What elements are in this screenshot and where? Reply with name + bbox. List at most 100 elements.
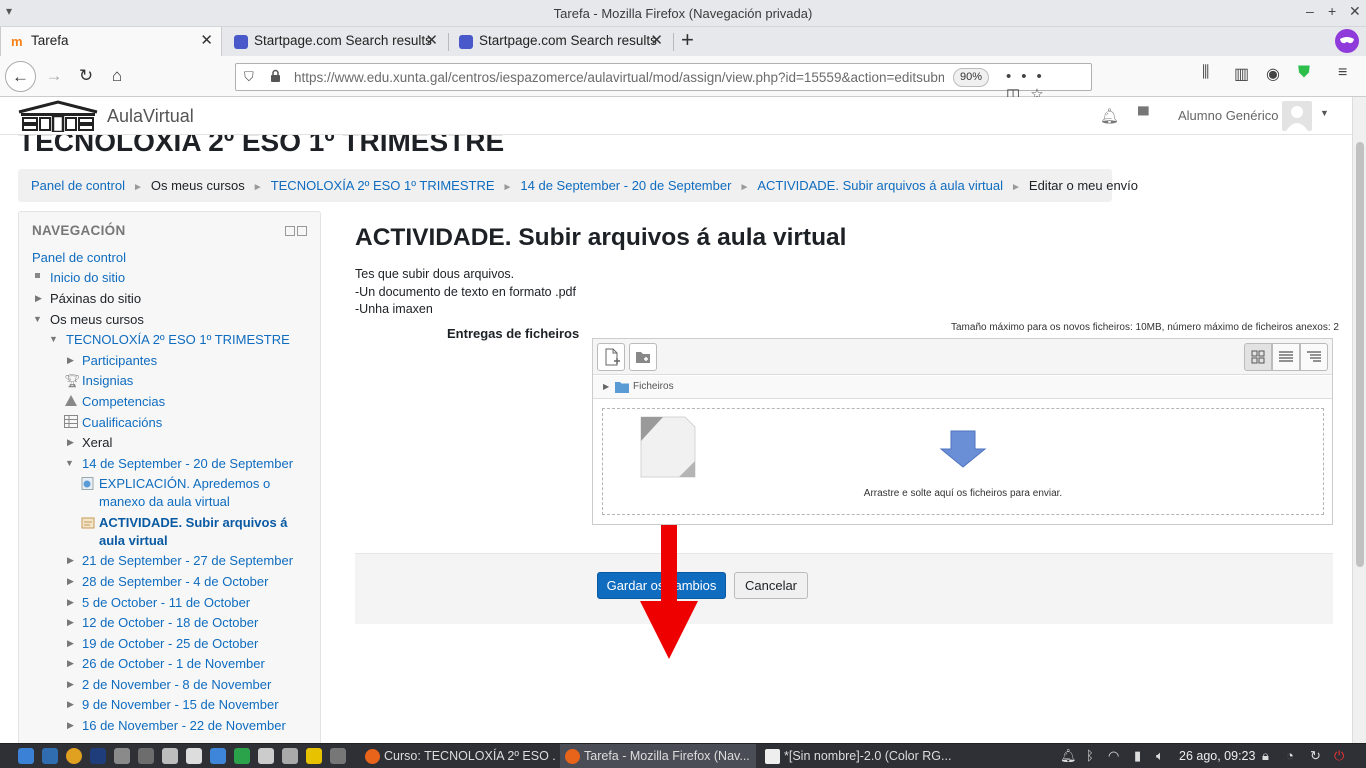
nav-item-actividade[interactable]: ACTIVIDADE. Subir arquivos á xyxy=(99,515,288,530)
wifi-icon[interactable]: ◠ xyxy=(1108,748,1119,764)
folder-label[interactable]: Ficheiros xyxy=(633,381,674,392)
nav-item-week[interactable]: 12 de October - 18 de October xyxy=(82,615,258,630)
scrollbar-thumb[interactable] xyxy=(1356,142,1364,567)
expand-icon[interactable]: ▶ xyxy=(35,293,42,304)
icon-view-button[interactable] xyxy=(1244,343,1272,371)
nav-item-my-courses[interactable]: Os meus cursos xyxy=(50,312,144,327)
lock-screen-icon[interactable]: 🔒︎ xyxy=(1262,748,1269,764)
nav-item-site-pages[interactable]: Páxinas do sitio xyxy=(50,291,141,306)
home-button[interactable]: ⌂ xyxy=(103,62,131,90)
clock[interactable]: 26 ago, 09:23 xyxy=(1179,749,1255,763)
breadcrumb-item[interactable]: ACTIVIDADE. Subir arquivos á aula virtua… xyxy=(757,178,1003,193)
cancel-button[interactable]: Cancelar xyxy=(734,572,808,599)
close-window-icon[interactable]: ✕ xyxy=(1349,3,1361,20)
breadcrumb-item[interactable]: TECNOLOXÍA 2º ESO 1º TRIMESTRE xyxy=(271,178,495,193)
minimize-icon[interactable]: – xyxy=(1306,3,1314,19)
user-menu-caret-icon[interactable]: ▼ xyxy=(1320,108,1329,118)
expand-icon[interactable]: ▶ xyxy=(67,658,74,669)
app-launcher-icon[interactable] xyxy=(90,748,106,764)
browser-launcher-icon[interactable] xyxy=(42,748,58,764)
library-icon[interactable]: ⫼ xyxy=(1202,64,1209,82)
back-button[interactable]: ← xyxy=(5,61,36,92)
calculator-launcher-icon[interactable] xyxy=(162,748,178,764)
notifications-bell-icon[interactable]: 🔔︎ xyxy=(1100,107,1119,125)
file-drop-zone[interactable]: Arrastre e solte aquí os ficheiros para … xyxy=(602,408,1324,515)
nav-item-grades[interactable]: Cualificacións xyxy=(82,415,162,430)
dock-block-icon[interactable] xyxy=(285,226,295,236)
nav-item-week[interactable]: 16 de November - 22 de November xyxy=(82,718,286,733)
forward-button[interactable]: → xyxy=(40,62,68,90)
volume-mute-icon[interactable]: 🔈︎ xyxy=(1156,748,1164,764)
list-view-button[interactable] xyxy=(1272,343,1300,371)
nav-item-dashboard[interactable]: Panel de control xyxy=(32,250,126,265)
nav-item-actividade-line2[interactable]: aula virtual xyxy=(99,533,168,548)
start-menu-icon[interactable] xyxy=(18,748,34,764)
calc-launcher-icon[interactable] xyxy=(234,748,250,764)
messages-icon[interactable]: ▀ xyxy=(1138,107,1149,124)
notes-launcher-icon[interactable] xyxy=(258,748,274,764)
notification-bell-icon[interactable]: 🔔︎ xyxy=(1060,748,1077,764)
nav-item-week[interactable]: 19 de October - 25 de October xyxy=(82,636,258,651)
tab-tarefa[interactable]: m Tarefa ✕ xyxy=(0,27,222,56)
close-tab-icon[interactable]: ✕ xyxy=(200,27,213,55)
tree-view-button[interactable] xyxy=(1300,343,1328,371)
page-scrollbar[interactable] xyxy=(1352,97,1366,743)
mail-launcher-icon[interactable] xyxy=(282,748,298,764)
nav-item-badges[interactable]: Insignias xyxy=(82,373,133,388)
account-icon[interactable]: ◉ xyxy=(1266,64,1280,84)
expand-icon[interactable]: ▶ xyxy=(67,638,74,649)
collapse-icon[interactable]: ▼ xyxy=(33,314,42,324)
collapse-icon[interactable]: ▼ xyxy=(49,334,58,344)
tab-startpage-2[interactable]: Startpage.com Search results ✕ xyxy=(449,27,671,56)
sidebar-icon[interactable]: ▥ xyxy=(1234,64,1249,84)
nav-item-week[interactable]: 26 de October - 1 de November xyxy=(82,656,265,671)
expand-icon[interactable]: ▶ xyxy=(67,699,74,710)
expand-icon[interactable]: ▶ xyxy=(67,576,74,587)
avatar[interactable] xyxy=(1282,101,1312,131)
files-launcher-icon[interactable] xyxy=(114,748,130,764)
site-logo[interactable] xyxy=(17,100,99,132)
editor-launcher-icon[interactable] xyxy=(186,748,202,764)
close-tab-icon[interactable]: ✕ xyxy=(650,27,663,55)
chrome-launcher-icon[interactable] xyxy=(66,748,82,764)
create-folder-button[interactable] xyxy=(629,343,657,371)
tracking-shield-icon[interactable]: ⛉ xyxy=(244,69,254,85)
terminal-launcher-icon[interactable] xyxy=(138,748,154,764)
taskbar-task[interactable]: *[Sin nombre]-2.0 (Color RG... xyxy=(760,744,956,768)
expand-icon[interactable]: ▶ xyxy=(67,355,74,366)
power-icon[interactable]: ⏻ xyxy=(1334,748,1344,764)
tab-startpage-1[interactable]: Startpage.com Search results ✕ xyxy=(224,27,446,56)
logout-icon[interactable]: ◔ xyxy=(1286,748,1294,763)
add-file-button[interactable] xyxy=(597,343,625,371)
extension-shield-icon[interactable]: ⛊ xyxy=(1298,64,1310,82)
nav-item-week-sep-14[interactable]: 14 de September - 20 de September xyxy=(82,456,293,471)
user-name[interactable]: Alumno Genérico xyxy=(1178,108,1278,123)
expand-icon[interactable]: ▶ xyxy=(67,555,74,566)
bluetooth-icon[interactable]: ᛒ xyxy=(1086,748,1094,763)
hamburger-menu-icon[interactable]: ≡ xyxy=(1338,64,1347,82)
nav-item-site-home[interactable]: Inicio do sitio xyxy=(50,270,125,285)
restart-icon[interactable]: ↻ xyxy=(1310,748,1321,764)
expand-folder-icon[interactable]: ▶ xyxy=(603,382,609,391)
reload-button[interactable]: ↻ xyxy=(72,62,100,90)
nav-item-competencies[interactable]: Competencias xyxy=(82,394,165,409)
nav-item-week[interactable]: 2 de November - 8 de November xyxy=(82,677,271,692)
expand-icon[interactable]: ▶ xyxy=(67,617,74,628)
page-actions-menu-icon[interactable]: ••• xyxy=(1006,68,1052,85)
lock-icon[interactable] xyxy=(270,69,281,83)
url-bar[interactable]: ⛉ https://www.edu.xunta.gal/centros/iesp… xyxy=(235,63,1092,103)
expand-icon[interactable]: ▶ xyxy=(67,597,74,608)
battery-icon[interactable]: ▮ xyxy=(1134,748,1141,764)
nav-item-week[interactable]: 21 de September - 27 de September xyxy=(82,553,293,568)
taskbar-task[interactable]: Curso: TECNOLOXÍA 2º ESO ... xyxy=(360,744,556,768)
close-tab-icon[interactable]: ✕ xyxy=(425,27,438,55)
collapse-icon[interactable]: ▼ xyxy=(65,458,74,468)
nav-item-participants[interactable]: Participantes xyxy=(82,353,157,368)
zoom-indicator[interactable]: 90% xyxy=(953,68,990,87)
collapse-block-icon[interactable] xyxy=(297,226,307,236)
url-text[interactable]: https://www.edu.xunta.gal/centros/iespaz… xyxy=(294,70,944,85)
expand-icon[interactable]: ▶ xyxy=(67,437,74,448)
expand-icon[interactable]: ▶ xyxy=(67,679,74,690)
maximize-icon[interactable]: + xyxy=(1328,3,1336,19)
new-tab-button[interactable]: + xyxy=(681,28,694,52)
